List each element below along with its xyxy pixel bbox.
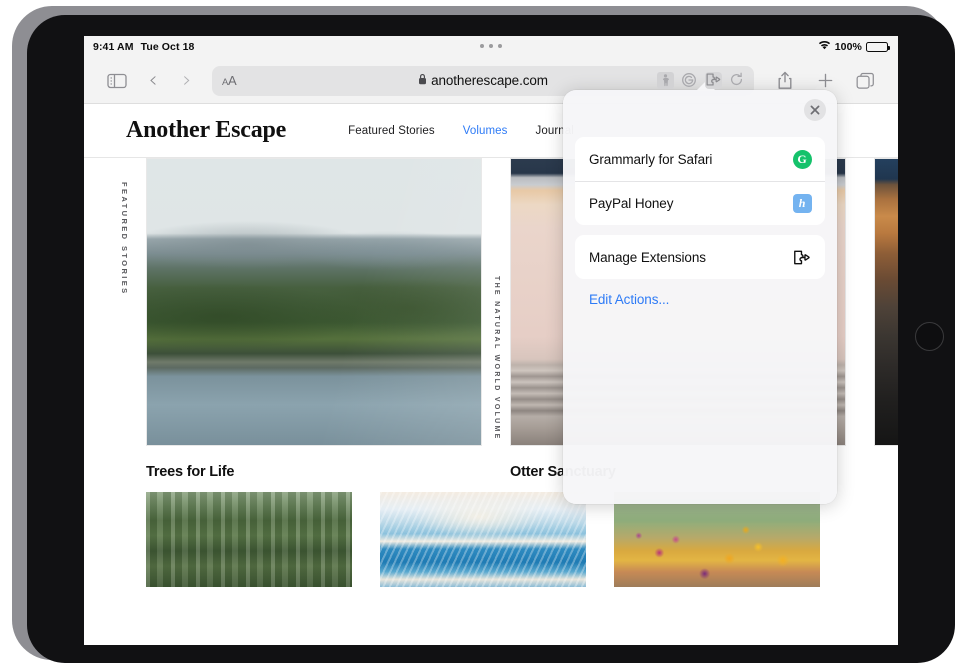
- ipad-screen: 9:41 AM Tue Oct 18 100% ‹ › AA anotheres…: [84, 36, 898, 645]
- thumbnail-row: [84, 492, 898, 645]
- menu-item-manage-extensions[interactable]: Manage Extensions: [575, 235, 825, 279]
- edit-actions-link[interactable]: Edit Actions...: [589, 292, 837, 307]
- menu-item-label: Grammarly for Safari: [589, 151, 713, 167]
- status-bar-left: 9:41 AM Tue Oct 18: [93, 41, 194, 53]
- water-volume-photo[interactable]: [874, 158, 898, 446]
- grammarly-icon: G: [791, 148, 813, 170]
- site-logo[interactable]: Another Escape: [126, 117, 286, 144]
- wifi-icon: [818, 40, 831, 53]
- volume-card[interactable]: THE NATURAL WORLD VOLUME Trees for Life: [146, 158, 500, 480]
- forest-trees-photo[interactable]: [146, 492, 352, 587]
- grammarly-g-icon[interactable]: [681, 72, 698, 89]
- tabs-overview-icon[interactable]: [846, 66, 884, 96]
- chevron-right-icon: ›: [182, 67, 192, 93]
- menu-item-label: Manage Extensions: [589, 249, 706, 265]
- forward-button[interactable]: ›: [170, 66, 204, 96]
- card-rail-natural-world: THE NATURAL WORLD VOLUME: [493, 276, 500, 441]
- url-field-actions: [657, 72, 746, 89]
- menu-item-grammarly[interactable]: Grammarly for Safari G: [575, 137, 825, 181]
- card-title[interactable]: Trees for Life: [146, 464, 482, 480]
- chevron-left-icon: ‹: [148, 67, 158, 93]
- manage-extensions-group: Manage Extensions: [575, 235, 825, 279]
- close-x-icon[interactable]: [804, 99, 826, 121]
- paypal-honey-icon: h: [791, 193, 813, 215]
- scottish-loch-forest-photo[interactable]: [146, 158, 482, 446]
- battery-full-icon: [866, 42, 890, 52]
- blue-mountain-illustration[interactable]: [380, 492, 586, 587]
- status-bar: 9:41 AM Tue Oct 18 100%: [84, 36, 898, 58]
- extensions-puzzle-icon: [791, 246, 813, 268]
- menu-item-label: PayPal Honey: [589, 196, 674, 211]
- status-bar-right: 100%: [818, 40, 890, 54]
- wildflowers-photo[interactable]: [614, 492, 820, 587]
- back-button[interactable]: ‹: [136, 66, 170, 96]
- url-text: anotherescape.com: [431, 73, 548, 88]
- extensions-puzzle-icon[interactable]: [705, 72, 722, 89]
- nav-item-volumes[interactable]: Volumes: [463, 125, 508, 137]
- status-time: 9:41 AM: [93, 41, 134, 53]
- battery-percent: 100%: [834, 41, 862, 53]
- extensions-popover: Grammarly for Safari G PayPal Honey h Ma…: [563, 81, 837, 504]
- reader-person-icon[interactable]: [657, 72, 674, 89]
- nav-item-featured-stories[interactable]: Featured Stories: [348, 125, 435, 137]
- site-nav: Featured Stories Volumes Journal: [348, 125, 574, 137]
- reload-icon[interactable]: [729, 72, 746, 89]
- camera-icon: [915, 322, 944, 351]
- lock-icon: [418, 72, 427, 90]
- menu-item-paypal-honey[interactable]: PayPal Honey h: [575, 181, 825, 225]
- sidebar-icon[interactable]: [98, 66, 136, 96]
- multitasking-dots-icon[interactable]: [480, 44, 502, 48]
- text-size-aa-button[interactable]: AA: [222, 73, 237, 88]
- status-date: Tue Oct 18: [140, 41, 195, 53]
- volume-card[interactable]: THE WATER VOLUME: [874, 158, 898, 458]
- extensions-list: Grammarly for Safari G PayPal Honey h: [575, 137, 825, 225]
- ipad-device-frame: 9:41 AM Tue Oct 18 100% ‹ › AA anotheres…: [12, 6, 955, 663]
